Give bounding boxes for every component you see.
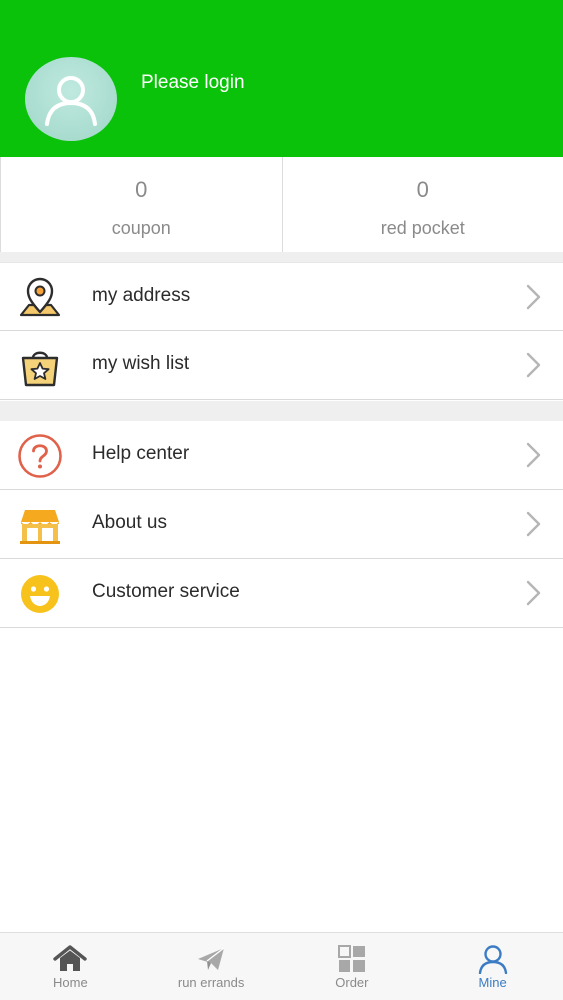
menu-item-customer-service[interactable]: Customer service [0, 559, 563, 628]
bottom-tab-bar: Home run errands Order Mine [0, 932, 563, 1000]
menu-item-my-address[interactable]: my address [0, 262, 563, 331]
menu-group-account: my address my wish list [0, 262, 563, 400]
chevron-right-icon [526, 580, 541, 606]
section-divider [0, 252, 563, 262]
section-divider [0, 401, 563, 421]
menu-item-label: Help center [92, 443, 190, 464]
map-pin-icon [17, 275, 63, 321]
grid-icon [334, 944, 370, 974]
home-icon [52, 944, 88, 974]
wallet-stats: 0 coupon 0 red pocket [0, 157, 563, 252]
login-link[interactable]: Please login [141, 72, 245, 94]
chevron-right-icon [526, 511, 541, 537]
menu-group-support: Help center About us Customer service [0, 421, 563, 628]
tab-label: Order [335, 975, 369, 990]
chevron-right-icon [526, 352, 541, 378]
tab-home[interactable]: Home [0, 933, 141, 1000]
menu-item-label: Customer service [92, 581, 240, 602]
menu-item-label: my wish list [92, 353, 190, 374]
profile-header: Please login [0, 0, 563, 157]
tab-label: Home [53, 975, 88, 990]
menu-item-about-us[interactable]: About us [0, 490, 563, 559]
tab-label: run errands [177, 975, 245, 990]
coupon-count: 0 [135, 177, 148, 202]
red-pocket-stat[interactable]: 0 red pocket [281, 157, 563, 252]
user-icon [475, 944, 511, 974]
storefront-icon [17, 502, 63, 548]
user-avatar-icon [45, 76, 97, 126]
tab-run-errands[interactable]: run errands [141, 933, 282, 1000]
shopping-bag-star-icon [17, 343, 63, 389]
red-pocket-label: red pocket [380, 218, 465, 238]
menu-item-label: About us [92, 512, 167, 533]
tab-label: Mine [478, 975, 507, 990]
question-circle-icon [17, 433, 63, 479]
menu-item-help-center[interactable]: Help center [0, 421, 563, 490]
tab-mine[interactable]: Mine [422, 933, 563, 1000]
chevron-right-icon [526, 284, 541, 310]
coupon-label: coupon [111, 218, 171, 238]
chevron-right-icon [526, 442, 541, 468]
tab-order[interactable]: Order [282, 933, 423, 1000]
avatar[interactable] [25, 57, 117, 141]
smiley-face-icon [17, 571, 63, 617]
paper-plane-icon [193, 944, 229, 974]
coupon-stat[interactable]: 0 coupon [1, 157, 282, 252]
menu-item-label: my address [92, 285, 191, 306]
menu-item-my-wish-list[interactable]: my wish list [0, 331, 563, 400]
red-pocket-count: 0 [416, 177, 429, 202]
